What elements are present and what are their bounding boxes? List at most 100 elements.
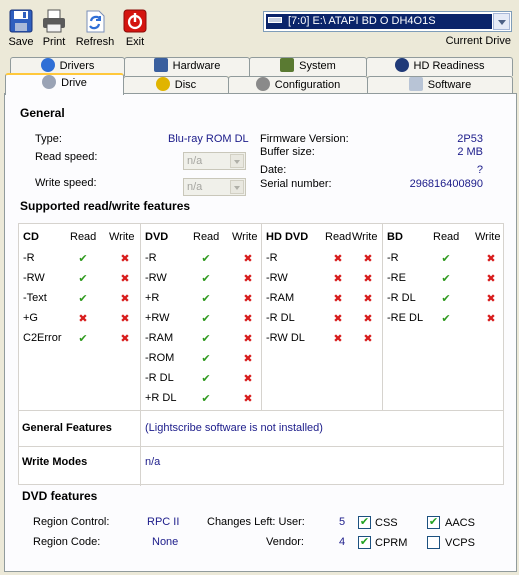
tab-disc-label: Disc xyxy=(174,79,197,91)
css-checkbox[interactable]: ✔ xyxy=(358,516,371,529)
drive-icon xyxy=(42,75,57,89)
feature-row-label: -R xyxy=(387,252,399,264)
cross-icon: ✖ xyxy=(243,393,253,405)
tab-system-label: System xyxy=(299,60,336,72)
read-column-header: Read xyxy=(433,231,460,243)
serial-value: 296816400890 xyxy=(409,178,483,190)
check-icon: ✔ xyxy=(201,333,211,345)
cross-icon: ✖ xyxy=(243,293,253,305)
cross-icon: ✖ xyxy=(486,313,496,325)
cross-icon: ✖ xyxy=(363,313,373,325)
feature-row-label: -RW xyxy=(145,272,167,284)
group-header-cd: CD xyxy=(23,231,39,243)
cross-icon: ✖ xyxy=(120,293,130,305)
check-icon: ✔ xyxy=(78,273,88,285)
refresh-button[interactable]: Refresh xyxy=(74,8,116,48)
read-column-header: Read xyxy=(193,231,220,243)
date-label: Date: xyxy=(260,164,287,176)
feature-row-label: -RE xyxy=(387,272,406,284)
check-icon: ✔ xyxy=(441,313,451,325)
check-icon: ✔ xyxy=(359,536,370,548)
feature-row-label: -R DL xyxy=(145,372,174,384)
exit-button[interactable]: Exit xyxy=(114,8,156,48)
cross-icon: ✖ xyxy=(120,313,130,325)
cross-icon: ✖ xyxy=(78,313,88,325)
feature-row-label: -RW DL xyxy=(266,332,305,344)
region-control-value: RPC II xyxy=(147,516,180,528)
print-button[interactable]: Print xyxy=(33,8,75,48)
firmware-value: 2P53 xyxy=(457,133,483,145)
write-column-header: Write xyxy=(232,231,258,243)
current-drive-label: Current Drive xyxy=(445,35,511,47)
print-label: Print xyxy=(42,36,66,48)
printer-icon xyxy=(41,8,67,34)
serial-label: Serial number: xyxy=(260,178,332,190)
feature-row-label: -R DL xyxy=(266,312,295,324)
feature-row-label: -RW xyxy=(23,272,45,284)
vcps-checkbox[interactable] xyxy=(427,536,440,549)
tab-drive[interactable]: Drive xyxy=(5,73,124,95)
read-speed-select[interactable]: n/a xyxy=(183,152,246,170)
disc-icon xyxy=(155,77,170,91)
changes-left-value: 5 xyxy=(339,516,346,528)
cross-icon: ✖ xyxy=(486,273,496,285)
cross-icon: ✖ xyxy=(333,273,343,285)
cross-icon: ✖ xyxy=(120,273,130,285)
features-table: CD Read Write -R ✔ ✖ -RW ✔ ✖ -Text ✔ ✖ +G ✖ ✖ C2Error ✔ ✖… xyxy=(18,223,504,486)
group-header-hd-dvd: HD DVD xyxy=(266,231,309,243)
vendor-label: Vendor: xyxy=(266,536,304,548)
check-icon: ✔ xyxy=(78,293,88,305)
feature-row-label: -RW xyxy=(266,272,288,284)
general-features-value: (Lightscribe software is not installed) xyxy=(145,422,323,434)
write-speed-label: Write speed: xyxy=(35,177,97,189)
read-speed-value: n/a xyxy=(187,155,203,167)
feature-row-label: -R xyxy=(145,252,157,264)
vendor-value: 4 xyxy=(339,536,346,548)
feature-row-label: C2Error xyxy=(23,332,62,344)
tab-configuration-label: Configuration xyxy=(274,79,341,91)
general-title: General xyxy=(20,106,65,120)
cprm-checkbox[interactable]: ✔ xyxy=(358,536,371,549)
write-column-header: Write xyxy=(475,231,501,243)
cross-icon: ✖ xyxy=(363,293,373,305)
read-column-header: Read xyxy=(70,231,97,243)
buffer-value: 2 MB xyxy=(457,146,483,158)
group-header-dvd: DVD xyxy=(145,231,169,243)
tab-hardware[interactable]: Hardware xyxy=(124,57,250,76)
software-icon xyxy=(408,77,423,91)
check-icon: ✔ xyxy=(201,353,211,365)
cross-icon: ✖ xyxy=(333,293,343,305)
date-value: ? xyxy=(476,164,483,176)
tab-hd-readiness[interactable]: HD Readiness xyxy=(366,57,513,76)
chevron-down-icon[interactable] xyxy=(493,13,510,30)
cross-icon: ✖ xyxy=(486,293,496,305)
refresh-icon xyxy=(82,8,108,34)
cross-icon: ✖ xyxy=(333,313,343,325)
cross-icon: ✖ xyxy=(243,253,253,265)
buffer-label: Buffer size: xyxy=(260,146,315,158)
tab-system[interactable]: System xyxy=(249,57,367,76)
feature-row-label: -RE DL xyxy=(387,312,424,324)
tab-hardware-label: Hardware xyxy=(172,60,221,72)
aacs-checkbox[interactable]: ✔ xyxy=(427,516,440,529)
check-icon: ✔ xyxy=(78,333,88,345)
feature-row-label: +R xyxy=(145,292,160,304)
general-features-label: General Features xyxy=(22,422,112,434)
cross-icon: ✖ xyxy=(363,253,373,265)
check-icon: ✔ xyxy=(359,516,370,528)
feature-row-label: -Text xyxy=(23,292,47,304)
write-speed-value: n/a xyxy=(187,181,203,193)
vcps-label: VCPS xyxy=(445,537,475,549)
aacs-label: AACS xyxy=(445,517,475,529)
write-speed-select[interactable]: n/a xyxy=(183,178,246,196)
feature-row-label: +R DL xyxy=(145,392,177,404)
chevron-down-icon xyxy=(230,180,244,194)
chevron-down-icon xyxy=(230,154,244,168)
drive-select[interactable]: [7:0] E:\ ATAPI BD O DH4O1S xyxy=(263,11,512,32)
save-icon xyxy=(8,8,34,34)
exit-label: Exit xyxy=(125,36,145,48)
write-column-header: Write xyxy=(109,231,135,243)
hard-drive-icon xyxy=(268,17,282,23)
feature-row-label: -R DL xyxy=(387,292,416,304)
check-icon: ✔ xyxy=(428,516,439,528)
